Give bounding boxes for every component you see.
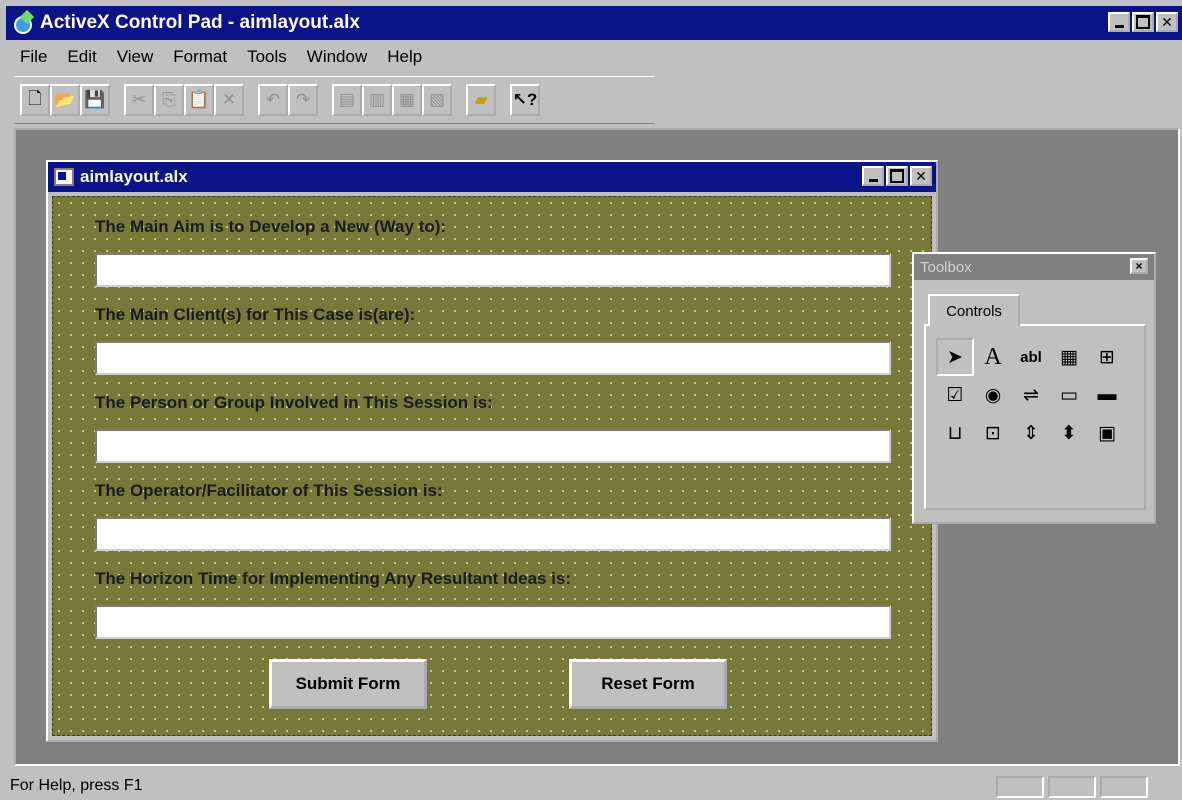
maximize-button[interactable] <box>1132 12 1154 32</box>
save-icon[interactable]: 💾 <box>80 84 110 116</box>
tab-controls[interactable]: Controls <box>928 294 1020 326</box>
toggle-button-icon[interactable]: ⇌ <box>1012 376 1050 414</box>
new-file-icon[interactable]: 🗋 <box>20 84 50 116</box>
toolbox-window: Toolbox × Controls ➤ Aabl ▦ ⊞ ☑ ◉ ⇌ ▭ ▬ ⊔ ⊡ ⇕ ⬍ ▣ <box>912 252 1156 524</box>
image-icon[interactable]: ▣ <box>1088 414 1126 452</box>
aim-input[interactable] <box>95 253 891 287</box>
command-button-icon[interactable]: ▬ <box>1088 376 1126 414</box>
multipage-icon[interactable]: ⊡ <box>974 414 1012 452</box>
frame-icon[interactable]: ▭ <box>1050 376 1088 414</box>
menu-view[interactable]: View <box>117 47 154 67</box>
submit-form-button[interactable]: Submit Form <box>269 659 427 709</box>
toolbox-toggle-icon[interactable]: ▰ <box>466 84 496 116</box>
redo-icon[interactable]: ↷ <box>288 84 318 116</box>
menu-bar: File Edit View Format Tools Window Help <box>6 42 1182 72</box>
copy-icon[interactable]: ⎘ <box>154 84 184 116</box>
tool-grid: ➤ Aabl ▦ ⊞ ☑ ◉ ⇌ ▭ ▬ ⊔ ⊡ ⇕ ⬍ ▣ <box>936 338 1126 452</box>
tabstrip-icon[interactable]: ⊔ <box>936 414 974 452</box>
option-button-icon[interactable]: ◉ <box>974 376 1012 414</box>
pointer-icon[interactable]: ➤ <box>936 338 974 376</box>
status-bar: For Help, press F1 <box>6 772 1182 800</box>
horizon-time-label: The Horizon Time for Implementing Any Re… <box>95 569 572 588</box>
person-group-label: The Person or Group Involved in This Ses… <box>95 393 493 412</box>
title-bar[interactable]: ActiveX Control Pad - aimlayout.alx ✕ <box>6 6 1182 40</box>
label-icon[interactable]: A <box>974 338 1012 376</box>
document-title-bar[interactable]: aimlayout.alx ✕ <box>48 162 936 192</box>
window-title: ActiveX Control Pad - aimlayout.alx <box>40 12 360 33</box>
cut-icon[interactable]: ✂ <box>124 84 154 116</box>
checkbox-icon[interactable]: ☑ <box>936 376 974 414</box>
status-panel <box>1048 776 1096 798</box>
toolbar: 🗋 📂 💾 ✂ ⎘ 📋 ✕ ↶ ↷ ▤ ▥ ▦ ▧ ▰ ↖? <box>14 76 654 124</box>
layout-doc-icon[interactable] <box>54 168 74 186</box>
status-panel <box>1100 776 1148 798</box>
controls-panel: ➤ Aabl ▦ ⊞ ☑ ◉ ⇌ ▭ ▬ ⊔ ⊡ ⇕ ⬍ ▣ <box>924 324 1146 510</box>
status-text: For Help, press F1 <box>10 777 143 794</box>
reset-form-button[interactable]: Reset Form <box>569 659 727 709</box>
menu-tools[interactable]: Tools <box>247 47 287 67</box>
toolbox-title: Toolbox <box>920 258 972 276</box>
menu-edit[interactable]: Edit <box>67 47 96 67</box>
scrollbar-icon[interactable]: ⇕ <box>1012 414 1050 452</box>
client-label: The Main Client(s) for This Case is(are)… <box>95 305 416 324</box>
spin-button-icon[interactable]: ⬍ <box>1050 414 1088 452</box>
aim-label: The Main Aim is to Develop a New (Way to… <box>95 217 447 236</box>
doc-maximize-button[interactable] <box>886 166 908 186</box>
menu-file[interactable]: File <box>20 47 47 67</box>
menu-window[interactable]: Window <box>307 47 367 67</box>
menu-format[interactable]: Format <box>173 47 227 67</box>
bring-to-front-icon[interactable]: ▤ <box>332 84 362 116</box>
operator-input[interactable] <box>95 517 891 551</box>
document-title: aimlayout.alx <box>80 167 188 186</box>
minimize-button[interactable] <box>1108 12 1130 32</box>
menu-help[interactable]: Help <box>387 47 422 67</box>
toolbox-title-bar[interactable]: Toolbox × <box>914 254 1154 280</box>
open-folder-icon[interactable]: 📂 <box>50 84 80 116</box>
combobox-icon[interactable]: ▦ <box>1050 338 1088 376</box>
send-to-back-icon[interactable]: ▥ <box>362 84 392 116</box>
activex-app-icon[interactable] <box>12 12 34 34</box>
close-button[interactable]: ✕ <box>1156 12 1178 32</box>
layout-document-window: aimlayout.alx ✕ The Main Aim is to Devel… <box>46 160 938 742</box>
toolbox-close-button[interactable]: × <box>1130 258 1148 274</box>
whats-this-icon[interactable]: ↖? <box>510 84 540 116</box>
client-input[interactable] <box>95 341 891 375</box>
undo-icon[interactable]: ↶ <box>258 84 288 116</box>
delete-icon[interactable]: ✕ <box>214 84 244 116</box>
doc-minimize-button[interactable] <box>862 166 884 186</box>
person-group-input[interactable] <box>95 429 891 463</box>
send-backward-icon[interactable]: ▧ <box>422 84 452 116</box>
bring-forward-icon[interactable]: ▦ <box>392 84 422 116</box>
status-panel <box>996 776 1044 798</box>
horizon-time-input[interactable] <box>95 605 891 639</box>
doc-close-button[interactable]: ✕ <box>910 166 932 186</box>
listbox-icon[interactable]: ⊞ <box>1088 338 1126 376</box>
textbox-icon[interactable]: abl <box>1012 338 1050 376</box>
layout-form[interactable]: The Main Aim is to Develop a New (Way to… <box>52 196 932 736</box>
operator-label: The Operator/Facilitator of This Session… <box>95 481 443 500</box>
paste-icon[interactable]: 📋 <box>184 84 214 116</box>
